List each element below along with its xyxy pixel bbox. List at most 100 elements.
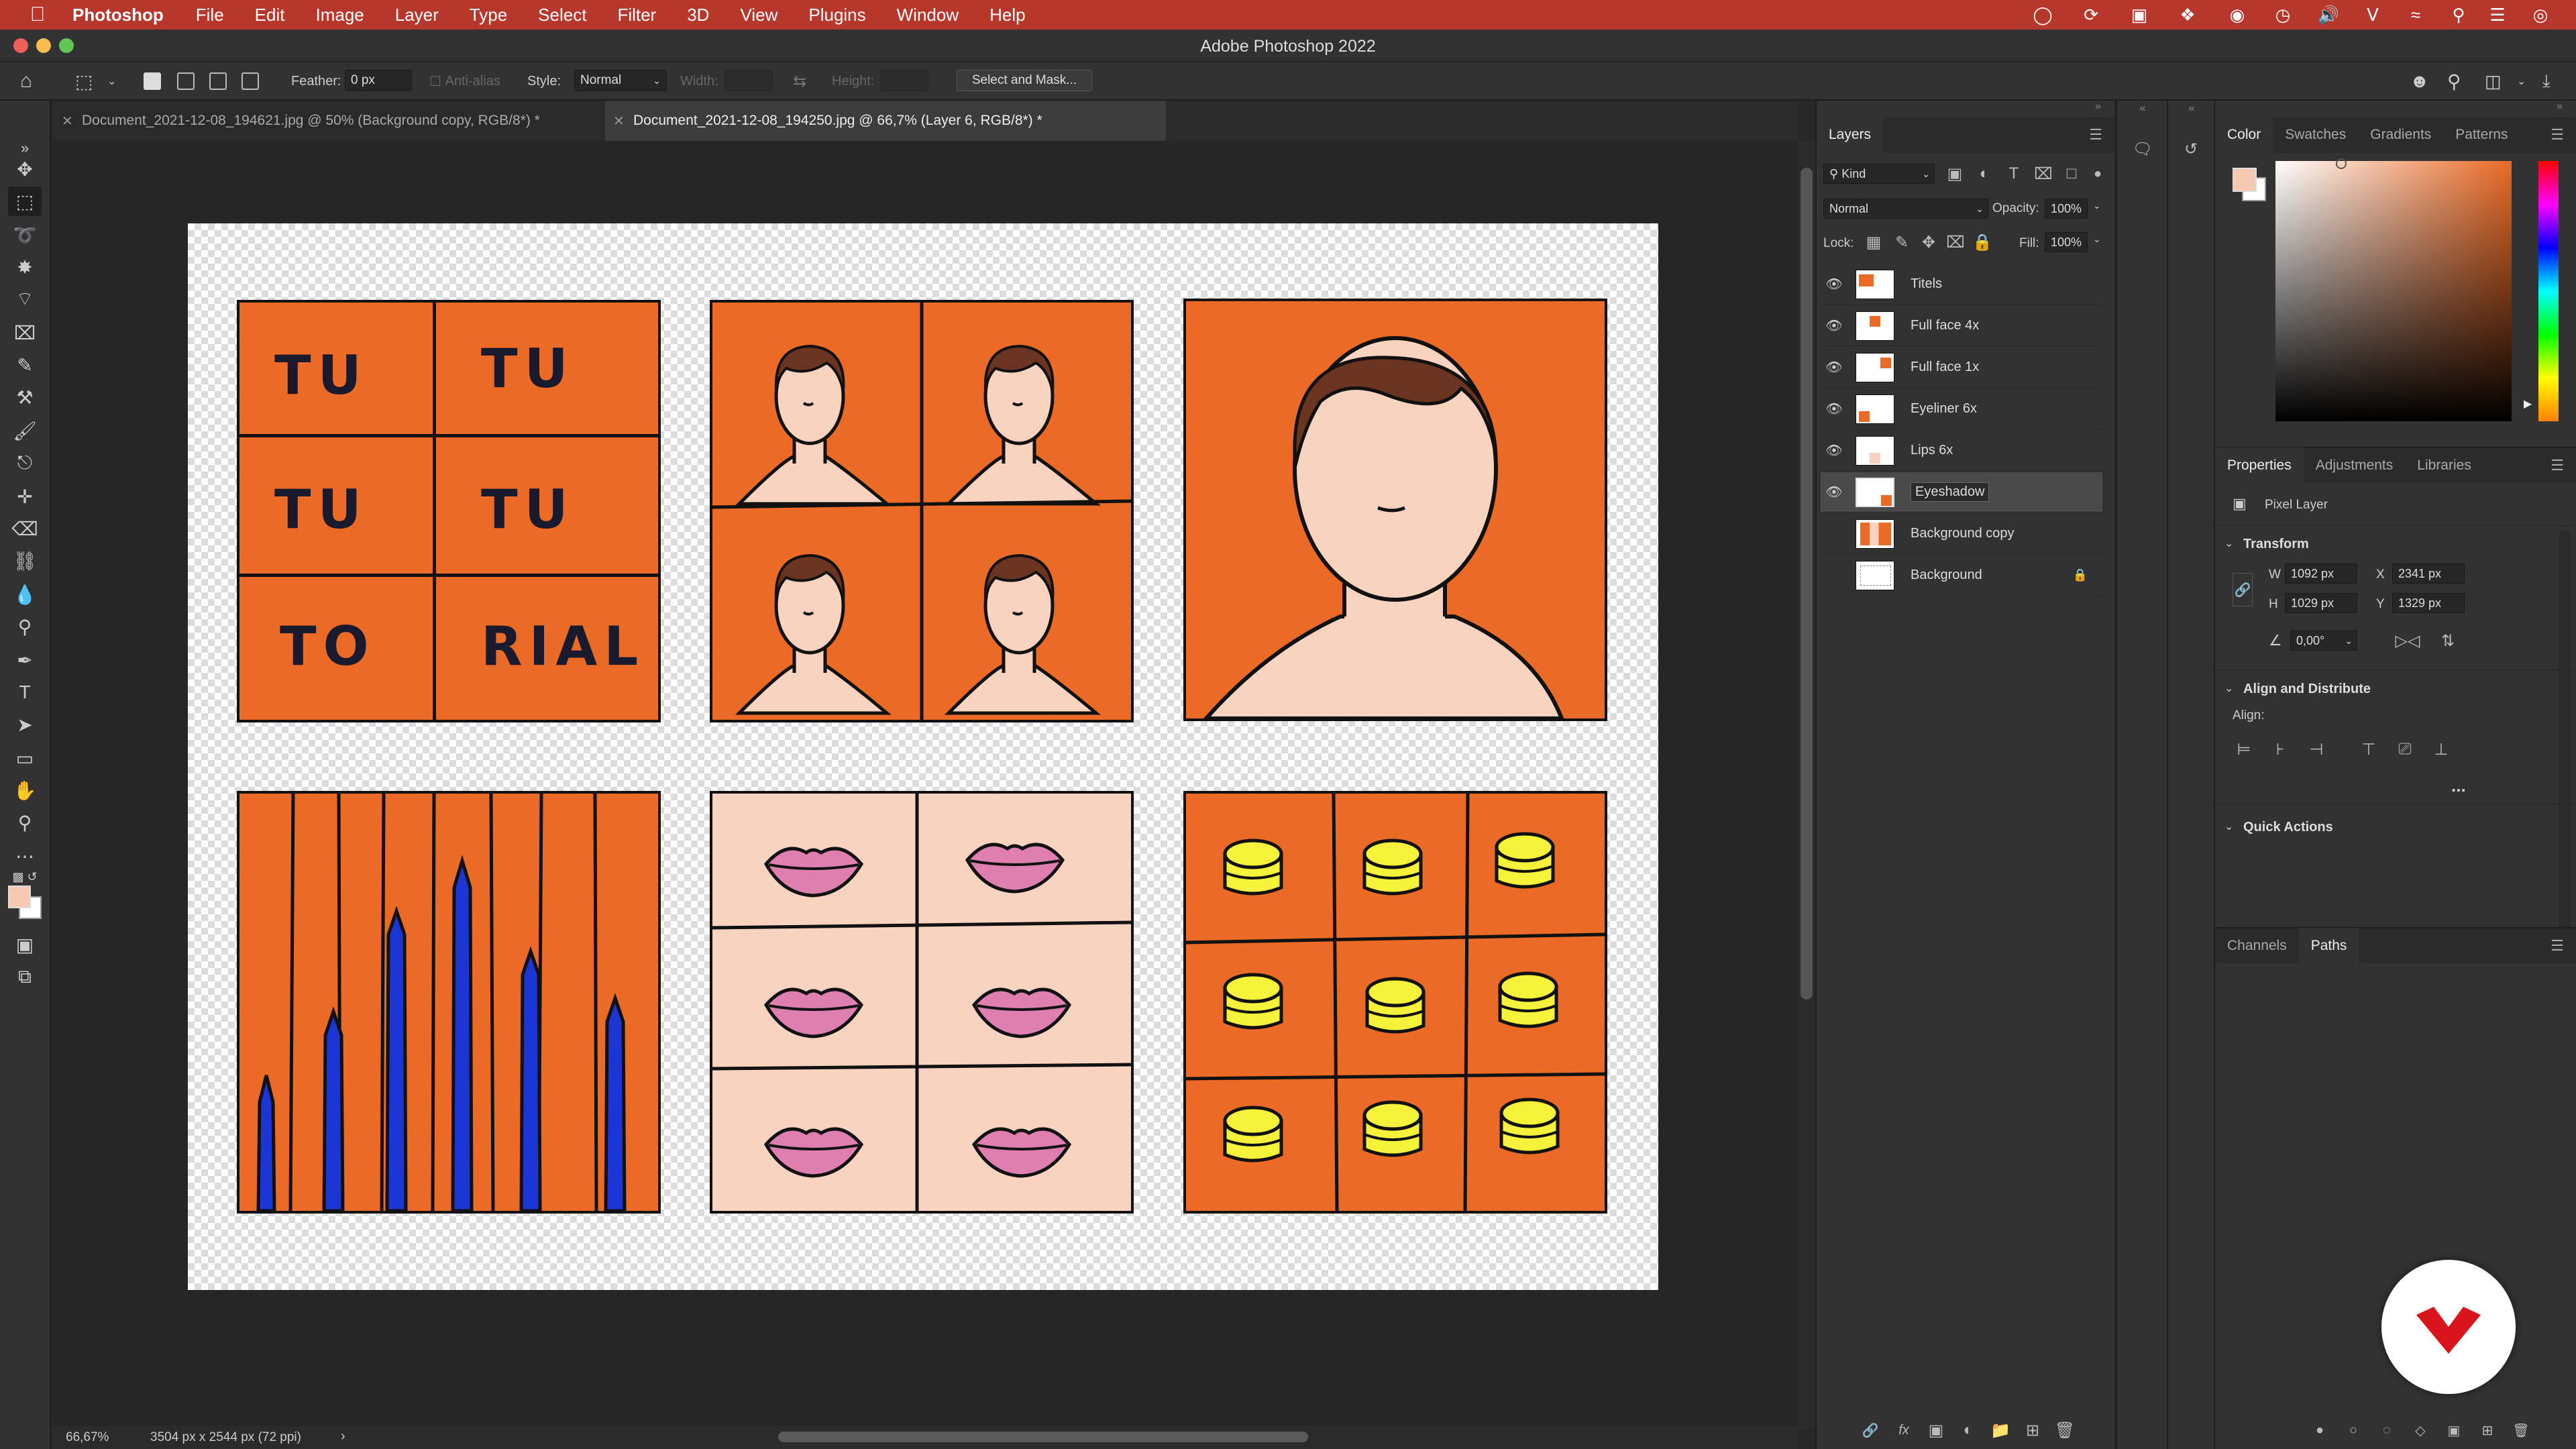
history-icon[interactable]: ↺ <box>2178 136 2204 162</box>
panel-menu-icon[interactable]: ☰ <box>2551 457 2564 474</box>
make-path-icon[interactable]: ◇ <box>2410 1419 2431 1441</box>
eye-icon[interactable]: 👁 <box>1821 400 1847 417</box>
transform-section-title[interactable]: Transform <box>2243 537 2309 552</box>
history-brush-tool-icon[interactable]: ✛ <box>8 482 42 511</box>
height-property-input[interactable]: 1029 px <box>2285 593 2357 613</box>
comments-icon[interactable]: 🗨 <box>2129 136 2156 162</box>
height-input[interactable] <box>880 70 928 91</box>
flip-vertical-icon[interactable]: ⇅ <box>2436 629 2459 652</box>
new-layer-icon[interactable]: ⊞ <box>2022 1419 2043 1441</box>
rectangle-tool-icon[interactable]: ▭ <box>8 743 42 773</box>
flip-horizontal-icon[interactable]: ▷◁ <box>2396 629 2420 652</box>
pen-tool-icon[interactable]: ✒ <box>8 645 42 675</box>
panel-collapse-icon[interactable]: » <box>2215 101 2576 117</box>
menu-window[interactable]: Window <box>897 5 959 25</box>
filter-type-icon[interactable]: T <box>2003 164 2025 184</box>
align-section-title[interactable]: Align and Distribute <box>2243 682 2371 697</box>
menu-layer[interactable]: Layer <box>395 5 439 25</box>
layer-filter-select[interactable]: ⚲ Kind ⌄ <box>1823 164 1935 184</box>
tab-swatches[interactable]: Swatches <box>2273 117 2358 153</box>
layer-row-titels[interactable]: 👁 Titels <box>1821 264 2102 305</box>
tab-paths[interactable]: Paths <box>2298 928 2359 964</box>
quick-mask-icon[interactable]: ▣ <box>8 930 42 959</box>
lasso-tool-icon[interactable]: ➰ <box>8 220 42 250</box>
clock-icon[interactable]: ◷ <box>2271 4 2294 25</box>
fill-path-icon[interactable]: ● <box>2309 1419 2330 1441</box>
healing-brush-tool-icon[interactable]: ⚒ <box>8 382 42 412</box>
workspace-icon[interactable]: ◫ <box>2485 62 2502 101</box>
width-property-input[interactable]: 1092 px <box>2285 564 2357 584</box>
brush-tool-icon[interactable]: 🖌 <box>8 416 42 445</box>
subtract-from-selection-icon[interactable] <box>209 72 227 90</box>
feather-input[interactable]: 0 px <box>345 70 412 91</box>
eye-icon[interactable]: 👁 <box>1821 359 1847 376</box>
align-top-icon[interactable]: ⊤ <box>2357 738 2380 761</box>
color-picker-field[interactable] <box>2275 158 2512 421</box>
align-horizontal-center-icon[interactable]: ⊦ <box>2269 738 2292 761</box>
frame-tool-icon[interactable]: ⌧ <box>8 318 42 347</box>
menu-select[interactable]: Select <box>538 5 586 25</box>
tab-gradients[interactable]: Gradients <box>2358 117 2443 153</box>
opacity-chevron-down-icon[interactable]: ⌄ <box>2093 200 2101 211</box>
eyedropper-tool-icon[interactable]: ✎ <box>8 350 42 380</box>
tab-layers[interactable]: Layers <box>1817 117 1884 153</box>
y-property-input[interactable]: 1329 px <box>2392 593 2465 613</box>
sync-icon[interactable]: ⟳ <box>2080 4 2102 25</box>
quick-actions-section-title[interactable]: Quick Actions <box>2243 820 2333 835</box>
lock-artboard-icon[interactable]: ⌧ <box>1945 232 1966 252</box>
layer-row-lips-6x[interactable]: 👁 Lips 6x <box>1821 431 2102 471</box>
panel-menu-icon[interactable]: ☰ <box>2089 126 2102 144</box>
foreground-color-swatch[interactable] <box>8 885 31 908</box>
color-foreground-swatch[interactable] <box>2233 168 2257 192</box>
adjustment-layer-icon[interactable]: ◐ <box>1957 1419 1979 1441</box>
layer-row-eyeshadow[interactable]: 👁 Eyeshadow <box>1821 472 2102 513</box>
filter-smartobject-icon[interactable]: □ <box>2061 164 2082 184</box>
display-icon[interactable]: ▣ <box>2128 4 2151 25</box>
hue-slider-handle-icon[interactable]: ▶ <box>2524 397 2532 411</box>
eraser-tool-icon[interactable]: ⌫ <box>8 514 42 543</box>
filter-adjustment-icon[interactable]: ◐ <box>1974 164 1995 184</box>
close-tab-icon[interactable]: ✕ <box>613 113 625 129</box>
filter-shape-icon[interactable]: ⌧ <box>2033 164 2054 184</box>
x-property-input[interactable]: 2341 px <box>2392 564 2465 584</box>
marquee-preset-icon[interactable]: ⬚ <box>75 62 93 101</box>
blur-tool-icon[interactable]: 💧 <box>8 580 42 609</box>
angle-input[interactable]: 0,00° ⌄ <box>2290 631 2357 651</box>
color-picker-cursor[interactable] <box>2336 158 2347 169</box>
delete-layer-icon[interactable]: 🗑 <box>2054 1419 2076 1441</box>
ghost-icon[interactable]: ◉ <box>2226 4 2249 25</box>
home-icon[interactable]: ⌂ <box>20 62 32 101</box>
align-vertical-center-icon[interactable]: ⎚ <box>2394 738 2416 761</box>
menu-image[interactable]: Image <box>315 5 364 25</box>
add-mask-icon[interactable]: ▣ <box>2443 1419 2465 1441</box>
new-group-icon[interactable]: 📁 <box>1990 1419 2011 1441</box>
swap-dimensions-icon[interactable]: ⇆ <box>793 62 806 101</box>
fill-chevron-down-icon[interactable]: ⌄ <box>2093 233 2101 245</box>
layer-row-full-face-4x[interactable]: 👁 Full face 4x <box>1821 306 2102 346</box>
quick-actions-chevron-icon[interactable]: ⌄ <box>2224 820 2233 833</box>
rectangular-marquee-tool-icon[interactable]: ⬚ <box>8 186 42 216</box>
close-tab-icon[interactable]: ✕ <box>62 113 73 129</box>
zoom-tool-icon[interactable]: ⚲ <box>8 808 42 837</box>
workspace-chevron-down-icon[interactable]: ⌄ <box>2517 62 2526 101</box>
eye-icon[interactable]: 👁 <box>1821 317 1847 334</box>
siri-icon[interactable]: ◎ <box>2529 4 2552 25</box>
tab-libraries[interactable]: Libraries <box>2405 447 2483 484</box>
eye-icon[interactable]: 👁 <box>1821 442 1847 459</box>
fill-input[interactable]: 100% <box>2045 232 2088 252</box>
tab-patterns[interactable]: Patterns <box>2443 117 2520 153</box>
move-tool-icon[interactable]: ✥ <box>8 154 42 184</box>
hand-tool-icon[interactable]: ✋ <box>8 775 42 805</box>
stroke-path-icon[interactable]: ○ <box>2343 1419 2364 1441</box>
new-path-icon[interactable]: ⊞ <box>2477 1419 2498 1441</box>
upload-icon[interactable]: ⤓ <box>2542 62 2551 101</box>
align-left-icon[interactable]: ⊨ <box>2233 738 2255 761</box>
add-mask-icon[interactable]: ▣ <box>1925 1419 1947 1441</box>
strip-collapse-icon[interactable]: « <box>2117 101 2168 117</box>
opacity-input[interactable]: 100% <box>2045 199 2088 219</box>
lock-position-icon[interactable]: ✥ <box>1919 232 1939 252</box>
layer-row-full-face-1x[interactable]: 👁 Full face 1x <box>1821 347 2102 388</box>
zoom-level[interactable]: 66,67% <box>66 1430 109 1445</box>
more-options-button[interactable]: ... <box>2451 775 2466 796</box>
menu-plugins[interactable]: Plugins <box>808 5 865 25</box>
